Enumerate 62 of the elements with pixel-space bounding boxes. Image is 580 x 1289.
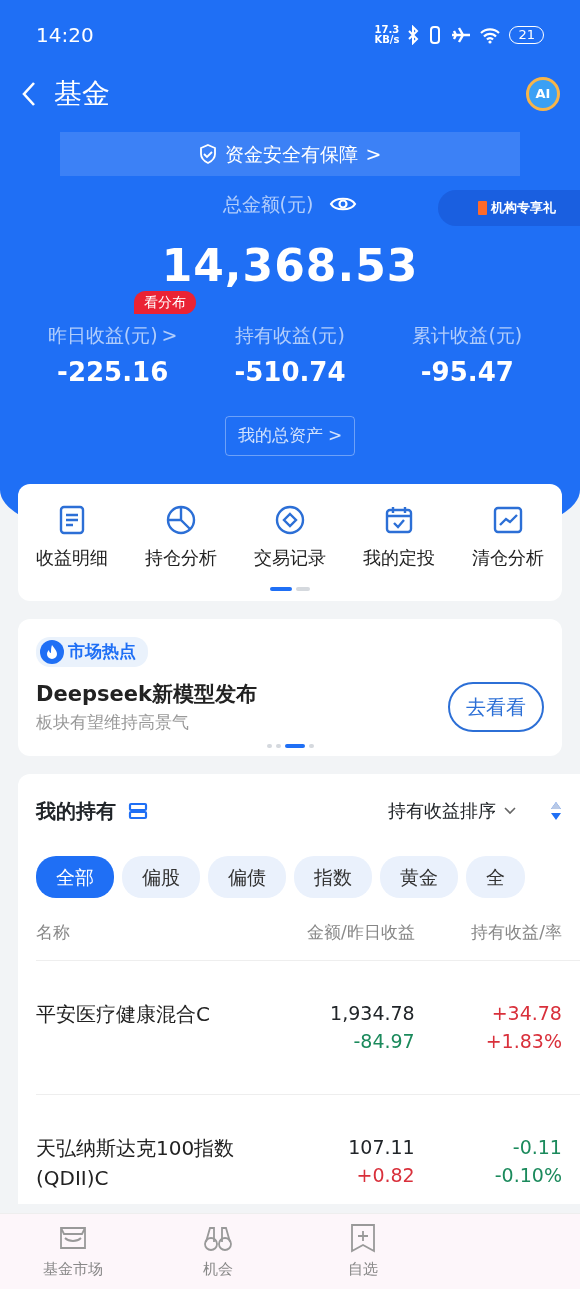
- distribution-tag[interactable]: 看分布: [134, 290, 196, 314]
- fund-name[interactable]: 平安医疗健康混合C: [36, 998, 236, 1056]
- hotspot-tag-text: 市场热点: [68, 640, 136, 663]
- wifi-icon: [479, 26, 502, 44]
- promo-tag[interactable]: 机构专享礼: [438, 190, 580, 226]
- tab-item[interactable]: 自选: [347, 1258, 378, 1281]
- fund-profit: -0.11: [511, 1134, 562, 1160]
- stat-value: -225.16: [56, 356, 170, 389]
- status-time: 14:20: [36, 22, 94, 49]
- pie-chart-icon: [165, 504, 198, 536]
- column-header: 名称: [36, 921, 71, 945]
- filter-tab[interactable]: 偏债: [208, 855, 286, 899]
- shortcut-link[interactable]: 清仓分析: [471, 544, 544, 571]
- filter-tab[interactable]: 偏股: [122, 855, 200, 899]
- promo-text: 机构专享礼: [491, 199, 556, 217]
- airplane-icon: [451, 25, 472, 45]
- total-label: 总金额(元): [222, 192, 314, 217]
- total-amount: 14,368.53: [160, 238, 420, 293]
- back-icon[interactable]: [20, 80, 38, 108]
- filter-tab[interactable]: 全: [466, 855, 525, 899]
- holdings-title: 我的持有: [36, 797, 116, 825]
- safety-banner[interactable]: 资金安全有保障 >: [60, 132, 520, 176]
- fund-amount: 1,934.78: [329, 1000, 415, 1026]
- fund-profit-rate: +1.83%: [484, 1029, 562, 1055]
- column-header: 持有收益/率: [470, 921, 562, 945]
- network-speed-unit: KB/s: [374, 35, 400, 45]
- page-title: 基金: [54, 76, 111, 112]
- shortcut-link[interactable]: 交易记录: [254, 544, 326, 571]
- stat-value: -510.74: [233, 356, 347, 389]
- filter-tab[interactable]: 指数: [294, 855, 372, 899]
- column-header: 金额/昨日收益: [305, 921, 415, 945]
- fund-daily-change: +0.82: [355, 1163, 415, 1189]
- diamond-circle-icon: [274, 504, 306, 536]
- stat-label: 持有收益(元): [235, 322, 345, 348]
- network-speed: 17.3: [374, 25, 400, 35]
- flame-icon: [40, 639, 64, 664]
- stat-label: 累计收益(元): [412, 322, 523, 348]
- fund-daily-change: -84.97: [352, 1029, 415, 1055]
- sort-dropdown[interactable]: 持有收益排序: [388, 797, 516, 825]
- fund-name[interactable]: 天弘纳斯达克100指数(QDII)C: [36, 1132, 236, 1193]
- shortcut-link[interactable]: 我的定投: [362, 544, 435, 571]
- filter-tab[interactable]: 全部: [36, 855, 114, 899]
- filter-tab[interactable]: 黄金: [380, 855, 458, 899]
- bluetooth-icon: [407, 25, 420, 45]
- fund-amount: 107.11: [347, 1134, 415, 1160]
- chevron-text: >: [365, 141, 382, 167]
- view-button[interactable]: 去看看: [448, 682, 544, 733]
- fund-profit: +34.78: [490, 1000, 562, 1026]
- list-toggle-icon[interactable]: [128, 801, 148, 820]
- fund-profit-rate: -0.10%: [493, 1163, 562, 1189]
- hotspot-subtitle: 板块有望维持高景气: [36, 711, 190, 735]
- chevron-text: >: [161, 322, 178, 348]
- safety-text: 资金安全有保障: [224, 141, 358, 167]
- stat-value: -95.47: [419, 356, 515, 389]
- line-chart-icon: [491, 504, 524, 536]
- hotspot-title: Deepseek新模型发布: [36, 680, 257, 708]
- tab-item[interactable]: 基金市场: [42, 1258, 103, 1281]
- caret-icon: [504, 806, 516, 815]
- assets-button[interactable]: 我的总资产 >: [224, 416, 356, 456]
- shortcut-link[interactable]: 持仓分析: [145, 544, 218, 571]
- shortcut-link[interactable]: 收益明细: [36, 544, 109, 571]
- shield-check-icon: [198, 144, 217, 164]
